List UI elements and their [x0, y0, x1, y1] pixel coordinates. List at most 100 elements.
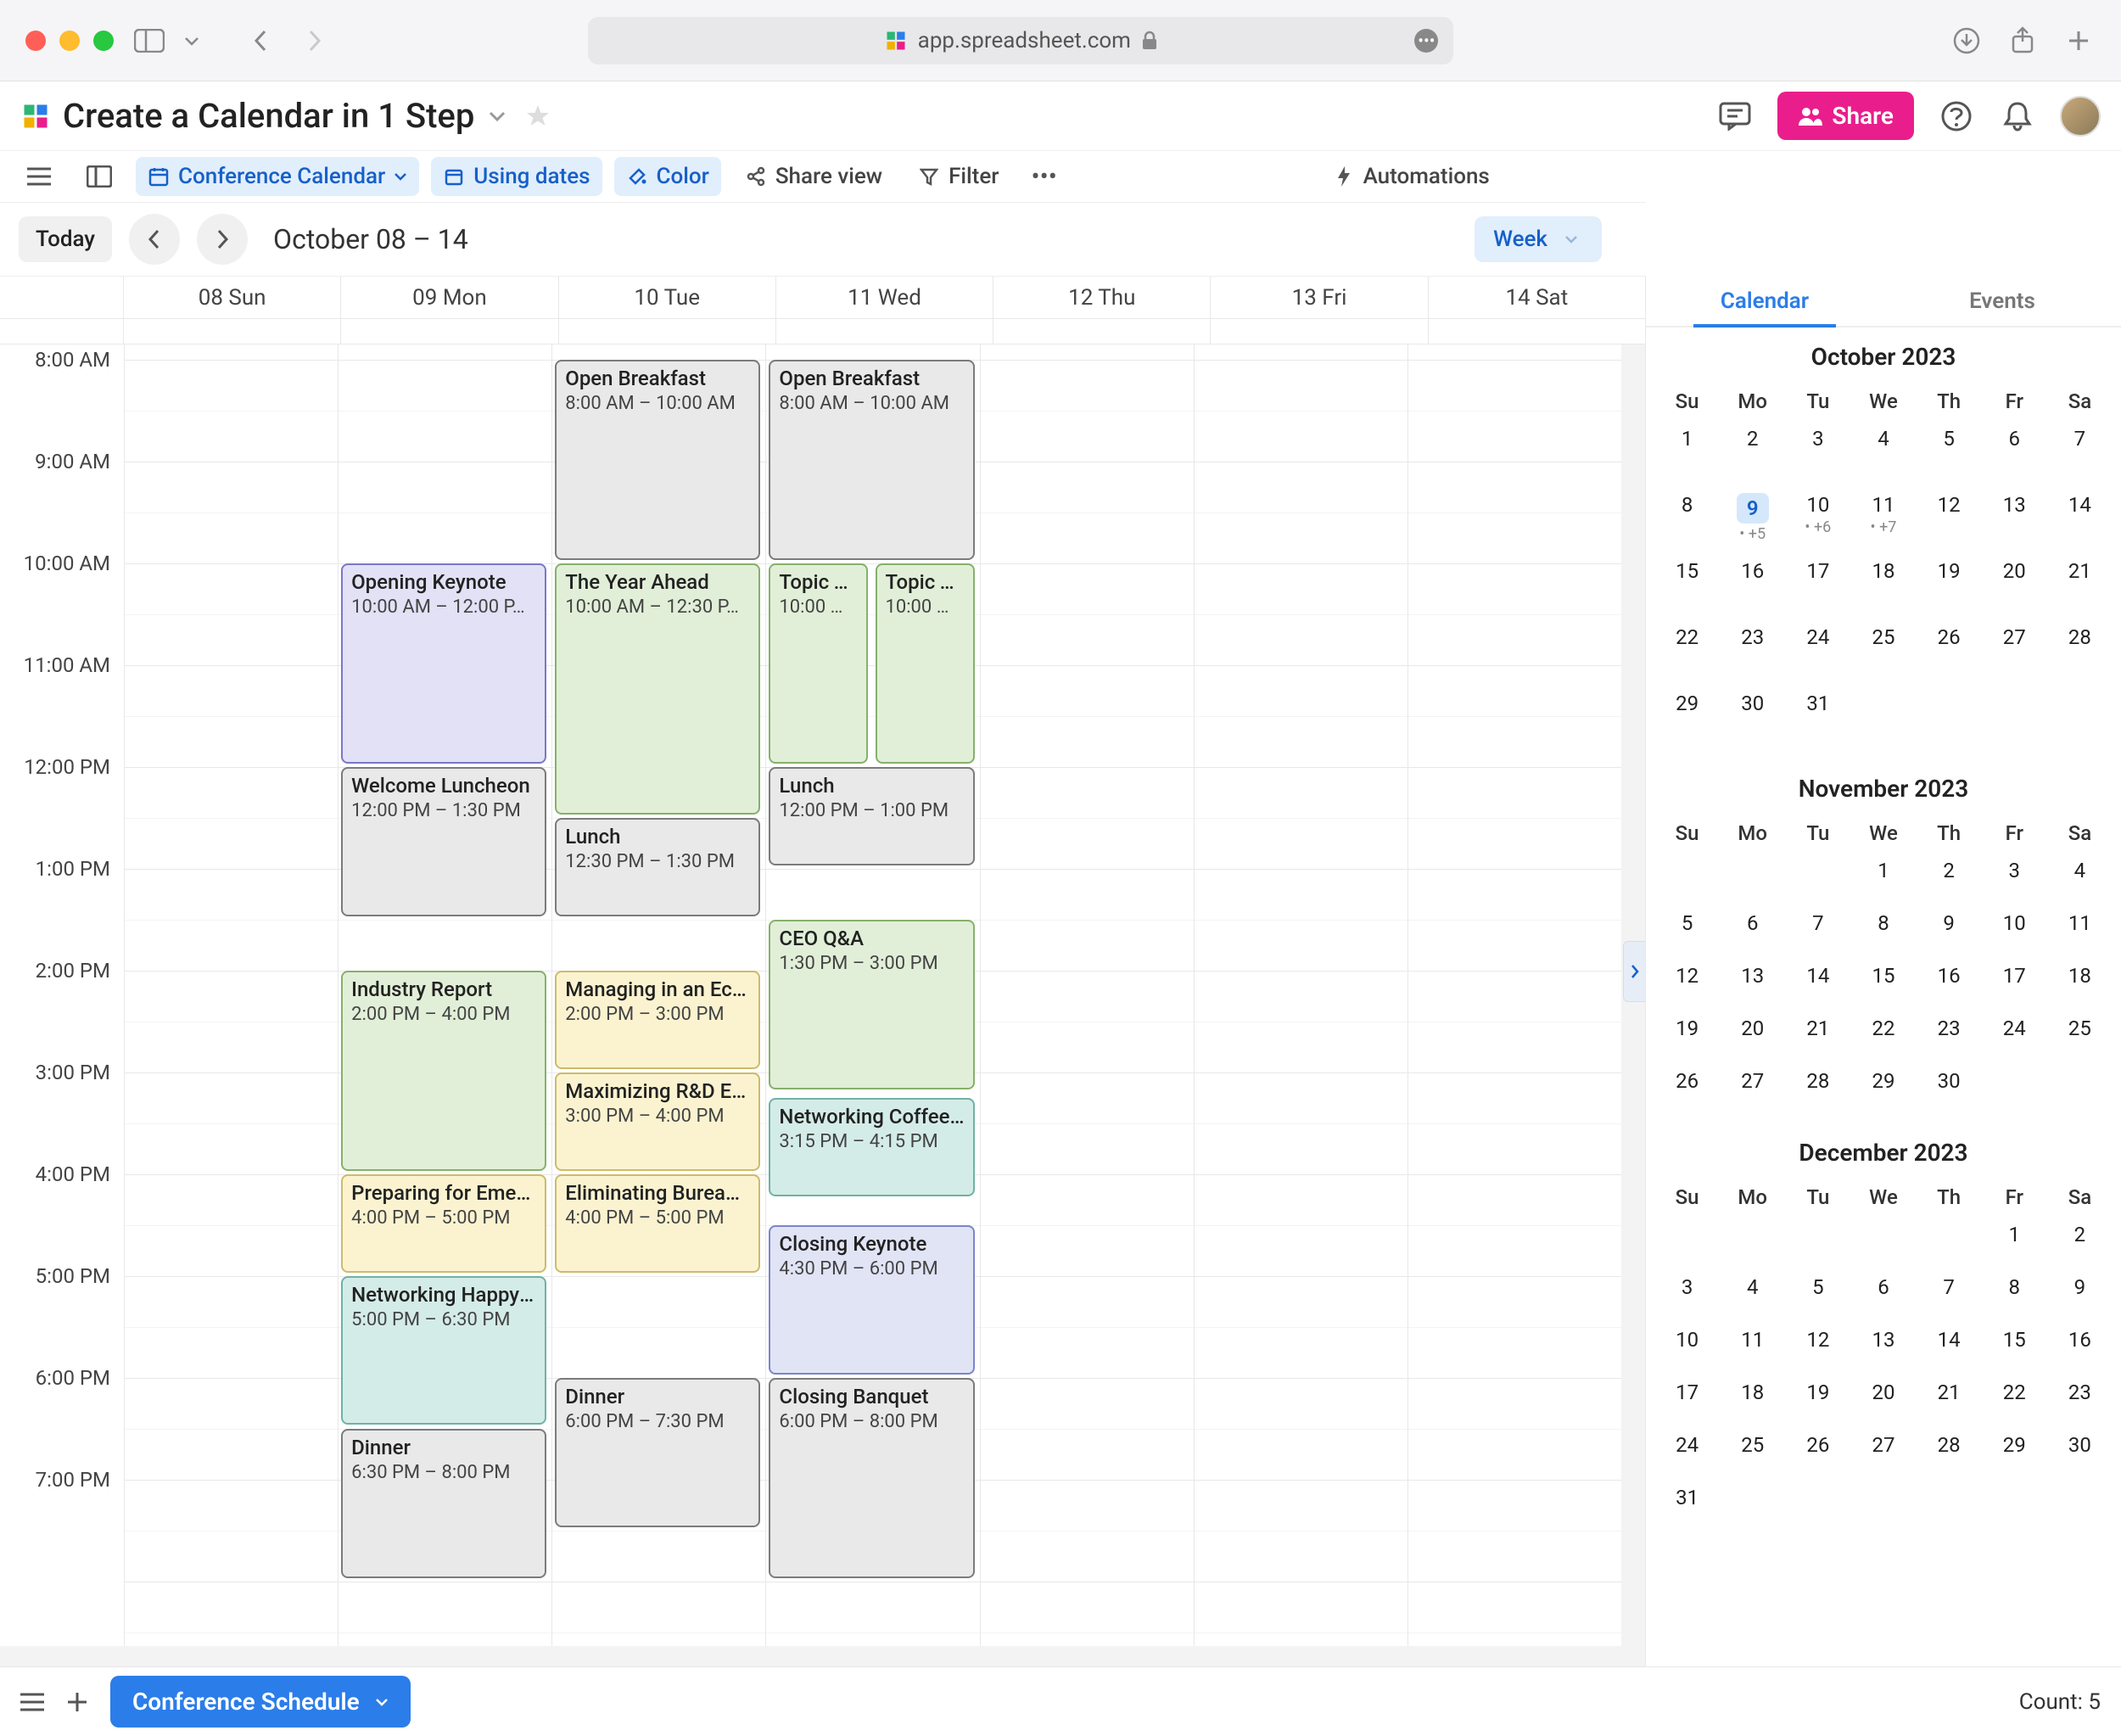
notifications-icon[interactable]: [1999, 98, 2036, 135]
mini-calendar-day[interactable]: 22: [1654, 619, 1720, 685]
calendar-event[interactable]: Networking Happy Hour 5:00 PM – 6:30 PM: [341, 1276, 546, 1425]
calendar-event[interactable]: Managing in an Economic… 2:00 PM – 3:00 …: [555, 971, 760, 1069]
mini-calendar-day[interactable]: 6: [1982, 420, 2047, 486]
calendar-event[interactable]: Closing Banquet 6:00 PM – 8:00 PM: [769, 1378, 974, 1578]
mini-calendar-day[interactable]: 11: [2047, 904, 2113, 957]
minimize-window-icon[interactable]: [59, 31, 80, 51]
mini-calendar-day[interactable]: 18: [1850, 552, 1916, 619]
download-icon[interactable]: [1950, 24, 1984, 58]
mini-calendar-day[interactable]: 10: [1654, 1321, 1720, 1374]
mini-calendar-day[interactable]: 29: [1654, 685, 1720, 751]
filter-button[interactable]: Filter: [906, 157, 1010, 196]
workbook-title[interactable]: Create a Calendar in 1 Step: [63, 96, 474, 136]
view-mode-selector[interactable]: Week: [1475, 216, 1602, 262]
mini-calendar-day[interactable]: 7: [1917, 1268, 1982, 1321]
mini-calendar-day[interactable]: 22: [1982, 1374, 2047, 1426]
mini-calendar-day[interactable]: 5: [1785, 1268, 1850, 1321]
mini-calendar-day[interactable]: 12: [1917, 486, 1982, 552]
calendar-event[interactable]: Topic TBD 10:00 …: [876, 563, 975, 764]
back-icon[interactable]: [244, 24, 278, 58]
sidebar-tab-events[interactable]: Events: [1883, 277, 2121, 326]
mini-calendar-day[interactable]: 26: [1654, 1062, 1720, 1115]
mini-calendar-day[interactable]: 3: [1785, 420, 1850, 486]
mini-calendar-day[interactable]: 25: [1720, 1426, 1785, 1479]
mini-calendar-day[interactable]: 27: [1850, 1426, 1916, 1479]
mini-calendar-day[interactable]: 5: [1917, 420, 1982, 486]
mini-calendar-day[interactable]: 29: [1982, 1426, 2047, 1479]
mini-calendar-day[interactable]: 1: [1850, 852, 1916, 904]
horizontal-scrollbar[interactable]: [0, 1646, 1645, 1666]
site-menu-icon[interactable]: •••: [1414, 29, 1438, 53]
mini-calendar-day[interactable]: 13: [1850, 1321, 1916, 1374]
mini-calendar-day[interactable]: 31: [1654, 1479, 1720, 1532]
prev-week-button[interactable]: [129, 214, 180, 265]
mini-calendar-day[interactable]: 14: [2047, 486, 2113, 552]
color-button[interactable]: Color: [614, 157, 721, 196]
mini-calendar-day[interactable]: 10• +6: [1785, 486, 1850, 552]
collapse-sidebar-icon[interactable]: [1623, 941, 1646, 1002]
automations-button[interactable]: Automations: [1321, 157, 1502, 196]
share-view-button[interactable]: Share view: [733, 157, 894, 196]
mini-calendar-day[interactable]: 5: [1654, 904, 1720, 957]
share-os-icon[interactable]: [2006, 24, 2040, 58]
mini-calendar-day[interactable]: 2: [1720, 420, 1785, 486]
calendar-event[interactable]: Maximizing R&D Efficiency 3:00 PM – 4:00…: [555, 1072, 760, 1171]
tabs-dropdown-icon[interactable]: [175, 24, 209, 58]
calendar-event[interactable]: Eliminating Bureaucracy 4:00 PM – 5:00 P…: [555, 1174, 760, 1273]
mini-calendar-day[interactable]: 26: [1785, 1426, 1850, 1479]
mini-calendar-day[interactable]: 19: [1917, 552, 1982, 619]
mini-calendar-day[interactable]: 4: [2047, 852, 2113, 904]
mini-calendar-day[interactable]: 29: [1850, 1062, 1916, 1115]
mini-calendar-day[interactable]: 25: [1850, 619, 1916, 685]
forward-icon[interactable]: [297, 24, 331, 58]
mini-calendar-day[interactable]: 24: [1654, 1426, 1720, 1479]
mini-calendar-day[interactable]: 19: [1654, 1010, 1720, 1062]
favorite-star-icon[interactable]: [525, 104, 551, 129]
mini-calendar-day[interactable]: 27: [1720, 1062, 1785, 1115]
mini-calendar-day[interactable]: 13: [1982, 486, 2047, 552]
mini-calendar-day[interactable]: 2: [2047, 1216, 2113, 1268]
new-tab-icon[interactable]: [2062, 24, 2096, 58]
mini-calendar-day[interactable]: 6: [1850, 1268, 1916, 1321]
calendar-grid[interactable]: 08 Sun09 Mon10 Tue11 Wed12 Thu13 Fri14 S…: [0, 277, 1646, 1666]
calendar-event[interactable]: Networking Coffee Hour 3:15 PM – 4:15 PM: [769, 1098, 974, 1196]
mini-calendar-day[interactable]: 21: [1917, 1374, 1982, 1426]
mini-calendar-day[interactable]: 28: [1785, 1062, 1850, 1115]
mini-calendar-day[interactable]: 26: [1917, 619, 1982, 685]
mini-calendar-day[interactable]: 31: [1785, 685, 1850, 751]
panel-toggle-icon[interactable]: [75, 159, 124, 194]
mini-calendar-day[interactable]: 7: [2047, 420, 2113, 486]
add-sheet-icon[interactable]: [66, 1691, 88, 1713]
mini-calendar-day[interactable]: 23: [1720, 619, 1785, 685]
calendar-event[interactable]: Topic TBD 10:00 …: [769, 563, 868, 764]
mini-calendar-day[interactable]: 1: [1982, 1216, 2047, 1268]
mini-calendar-day[interactable]: 11• +7: [1850, 486, 1916, 552]
calendar-event[interactable]: Open Breakfast 8:00 AM – 10:00 AM: [555, 360, 760, 560]
mini-calendar-day[interactable]: 8: [1850, 904, 1916, 957]
mini-calendar-day[interactable]: 15: [1850, 957, 1916, 1010]
mini-calendar-day[interactable]: 2: [1917, 852, 1982, 904]
mini-calendar-day[interactable]: 25: [2047, 1010, 2113, 1062]
mini-calendar-day[interactable]: 24: [1982, 1010, 2047, 1062]
calendar-event[interactable]: The Year Ahead 10:00 AM – 12:30 P…: [555, 563, 760, 815]
mini-calendar-day[interactable]: 3: [1654, 1268, 1720, 1321]
sidebar-tab-calendar[interactable]: Calendar: [1646, 277, 1883, 326]
calendar-event[interactable]: Preparing for Emerging… 4:00 PM – 5:00 P…: [341, 1174, 546, 1273]
mini-calendar-day[interactable]: 20: [1982, 552, 2047, 619]
mini-calendar-day[interactable]: 20: [1850, 1374, 1916, 1426]
mini-calendar-day[interactable]: 21: [2047, 552, 2113, 619]
mini-calendar-day[interactable]: 15: [1982, 1321, 2047, 1374]
title-dropdown-icon[interactable]: [488, 110, 506, 122]
next-week-button[interactable]: [197, 214, 248, 265]
mini-calendar-day[interactable]: 23: [2047, 1374, 2113, 1426]
mini-calendar-day[interactable]: 16: [1917, 957, 1982, 1010]
mini-calendar-day[interactable]: 4: [1850, 420, 1916, 486]
using-dates-button[interactable]: Using dates: [431, 157, 602, 196]
sheet-menu-icon[interactable]: [20, 1693, 44, 1711]
sidebar-toggle-icon[interactable]: [132, 24, 166, 58]
share-button[interactable]: Share: [1777, 92, 1914, 140]
mini-calendar-day[interactable]: 17: [1785, 552, 1850, 619]
mini-calendar-day[interactable]: 18: [2047, 957, 2113, 1010]
today-button[interactable]: Today: [19, 216, 112, 262]
maximize-window-icon[interactable]: [93, 31, 114, 51]
